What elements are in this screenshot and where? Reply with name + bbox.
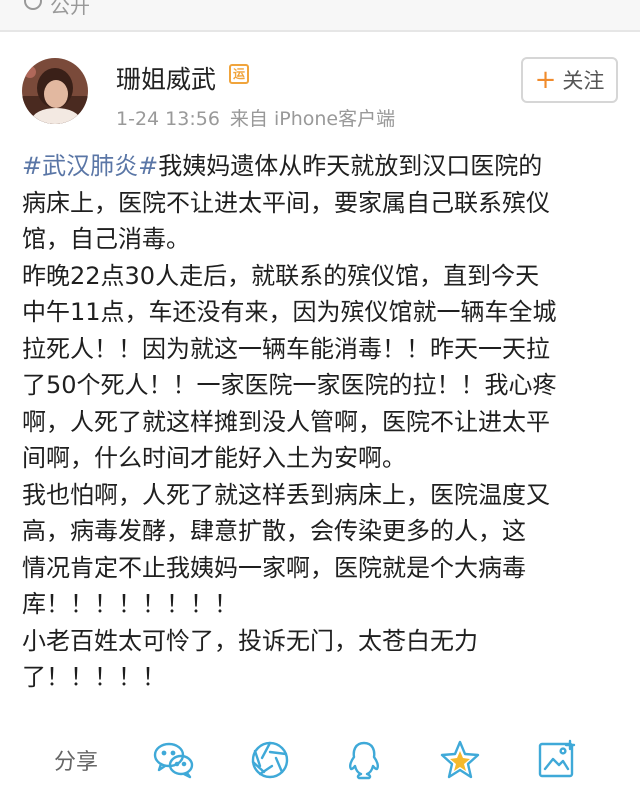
- post-line: 中午11点，车还没有来，因为殡仪馆就一辆车全城: [22, 298, 557, 326]
- post-line: #武汉肺炎#我姨妈遗体从昨天就放到汉口医院的: [22, 152, 543, 180]
- divider: [0, 30, 640, 32]
- wechat-icon[interactable]: [152, 738, 196, 782]
- post-line: 间啊，什么时间才能好入土为安啊。: [22, 444, 406, 472]
- post-line: 库！！！！！！！！: [22, 590, 238, 618]
- plus-icon: +: [534, 65, 557, 95]
- member-badge: 运: [229, 64, 249, 84]
- post-line: 馆，自己消毒。: [22, 225, 190, 253]
- topic-link[interactable]: #武汉肺炎#: [22, 152, 158, 180]
- post-line: 昨晚22点30人走后，就联系的殡仪馆，直到今天: [22, 261, 540, 290]
- image-icon[interactable]: [534, 738, 578, 782]
- post-line: 病床上，医院不让进太平间，要家属自己联系殡仪: [22, 188, 550, 217]
- share-label: 分享: [54, 750, 99, 775]
- post-line: 小老百姓太可怜了，投诉无门，太苍白无力: [22, 626, 478, 655]
- share-bar: 分享: [0, 720, 640, 800]
- username[interactable]: 珊姐威武: [116, 60, 216, 96]
- post-line: 啊，人死了就这样摊到没人管啊，医院不让进太平: [22, 407, 550, 436]
- follow-label: 关注: [562, 69, 605, 93]
- post-line: 我也怕啊，人死了就这样丢到病床上，医院温度又: [22, 480, 550, 509]
- post-meta: 1-24 13:56 来自 iPhone客户端: [116, 104, 405, 131]
- post-line: 情况肯定不止我姨妈一家啊，医院就是个大病毒: [22, 553, 526, 582]
- avatar[interactable]: [22, 58, 88, 124]
- post-line: 拉死人！！因为就这一辆车能消毒！！昨天一天拉: [22, 334, 550, 363]
- post-line: 了50个死人！！一家医院一家医院的拉！！我心疼: [22, 371, 557, 399]
- post-time: 1-24 13:56: [116, 108, 220, 130]
- post-line: 了！！！！！: [22, 663, 166, 691]
- visibility-label: 公开: [50, 0, 90, 18]
- post-source: 来自 iPhone客户端: [229, 108, 396, 130]
- qq-icon[interactable]: [342, 738, 386, 782]
- moments-icon[interactable]: [248, 738, 292, 782]
- globe-icon: [24, 0, 42, 10]
- qzone-star-icon[interactable]: [438, 738, 482, 782]
- follow-button[interactable]: + 关注: [521, 57, 618, 103]
- top-bar: 公开: [0, 0, 640, 30]
- post-line: 高，病毒发酵，肆意扩散，会传染更多的人，这: [22, 517, 526, 545]
- post-body: #武汉肺炎#我姨妈遗体从昨天就放到汉口医院的 病床上，医院不让进太平间，要家属自…: [22, 148, 622, 696]
